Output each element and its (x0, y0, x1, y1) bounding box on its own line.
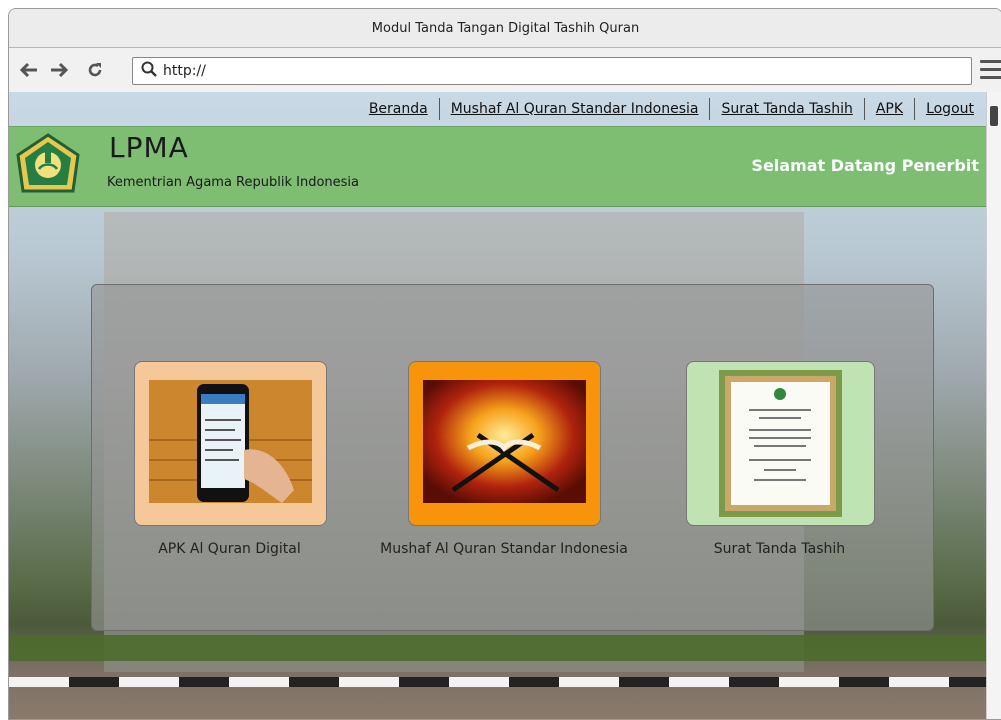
card-apk-label[interactable]: APK Al Quran Digital (134, 541, 325, 557)
card-mushaf-label[interactable]: Mushaf Al Quran Standar Indonesia (354, 541, 654, 557)
forward-arrow-icon[interactable] (49, 60, 69, 80)
window-title: Modul Tanda Tangan Digital Tashih Quran (371, 20, 640, 36)
card-surat-tanda-tashih-label[interactable]: Surat Tanda Tashih (686, 541, 873, 557)
page-content: Beranda Mushaf Al Quran Standar Indonesi… (9, 92, 995, 719)
brand-title: LPMA (109, 131, 189, 164)
browser-toolbar: http:// (9, 48, 1001, 93)
reload-icon[interactable] (85, 60, 105, 80)
url-text: http:// (163, 63, 206, 79)
certificate-image (719, 370, 842, 517)
url-bar[interactable]: http:// (132, 57, 972, 85)
vertical-scrollbar[interactable] (986, 92, 1001, 719)
phone-quran-image (149, 380, 312, 503)
nav-link-apk[interactable]: APK (863, 97, 914, 120)
search-icon (141, 61, 157, 81)
scrollbar-thumb[interactable] (990, 106, 998, 126)
card-surat-tanda-tashih[interactable] (686, 361, 875, 526)
menu-icon[interactable] (980, 60, 1001, 80)
top-navigation: Beranda Mushaf Al Quran Standar Indonesi… (358, 92, 985, 125)
card-apk[interactable] (134, 361, 327, 526)
kemenag-logo (15, 133, 81, 199)
nav-link-beranda[interactable]: Beranda (358, 98, 439, 120)
brand-subtitle: Kementrian Agama Republik Indonesia (107, 175, 359, 190)
burning-quran-image (423, 380, 586, 503)
welcome-message: Selamat Datang Penerbit (751, 156, 979, 175)
card-mushaf[interactable] (408, 361, 601, 526)
back-arrow-icon[interactable] (19, 60, 39, 80)
site-header: LPMA Kementrian Agama Republik Indonesia… (9, 126, 995, 207)
browser-window: Modul Tanda Tangan Digital Tashih Quran … (8, 8, 1001, 720)
menu-panel: APK Al Quran Digital Mushaf Al Quran Sta… (91, 284, 934, 631)
nav-link-surat-tanda-tashih[interactable]: Surat Tanda Tashih (709, 97, 863, 120)
nav-link-mushaf[interactable]: Mushaf Al Quran Standar Indonesia (438, 97, 710, 120)
title-bar: Modul Tanda Tangan Digital Tashih Quran (9, 9, 1001, 48)
nav-link-logout[interactable]: Logout (914, 97, 985, 120)
